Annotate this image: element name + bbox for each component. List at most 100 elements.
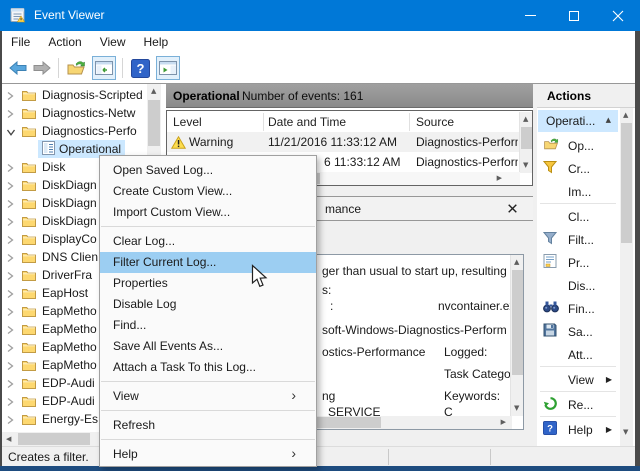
close-preview-button[interactable] [501,202,523,216]
scroll-right-icon[interactable]: ▶ [497,175,502,182]
scroll-right-icon[interactable]: ▶ [501,419,506,426]
scroll-up-icon[interactable]: ▲ [523,116,528,123]
action-item-help[interactable]: ? Help ▶ [538,418,618,441]
menu-item-save-all-events-as[interactable]: Save All Events As... [100,336,316,357]
column-header-source[interactable]: Source [416,115,454,129]
menu-item-import-custom-view[interactable]: Import Custom View... [100,202,316,223]
menu-item-find[interactable]: Find... [100,315,316,336]
action-item-dis[interactable]: Dis... [538,274,618,297]
open-saved-log-button[interactable] [64,56,88,80]
tree-item-diagnosis-scripted[interactable]: Diagnosis-Scripted [2,86,147,104]
maximize-button[interactable] [552,0,596,31]
chevron-collapsed-icon[interactable] [6,378,14,392]
scroll-thumb[interactable] [621,123,632,243]
menu-item-disable-log[interactable]: Disable Log [100,294,316,315]
action-item-att[interactable]: Att... [538,343,618,366]
scroll-down-icon[interactable]: ▼ [523,162,528,169]
menu-item-open-saved-log[interactable]: Open Saved Log... [100,160,316,181]
action-item-re[interactable]: Re... [538,393,618,416]
scroll-thumb[interactable] [148,100,160,146]
help-button[interactable]: ? [128,56,152,80]
chevron-collapsed-icon[interactable] [6,270,14,284]
preview-vertical-scrollbar[interactable]: ▲ ▼ [510,255,523,416]
action-item-view[interactable]: View ▶ [538,368,618,391]
minimize-button[interactable] [508,0,552,31]
scroll-down-icon[interactable]: ▼ [623,429,628,436]
menu-item-clear-log[interactable]: Clear Log... [100,231,316,252]
chevron-collapsed-icon[interactable] [6,216,14,230]
actions-section-header[interactable]: Operati... ▲ [538,110,618,132]
chevron-collapsed-icon[interactable] [6,234,14,248]
action-item-label: Fin... [568,302,595,316]
folder-icon [22,269,36,284]
menubar-item-file[interactable]: File [2,31,39,52]
menu-item-refresh[interactable]: Refresh [100,415,316,436]
scroll-up-icon[interactable]: ▲ [623,112,628,119]
folder-icon [22,305,36,320]
menubar-item-view[interactable]: View [91,31,135,52]
chevron-collapsed-icon[interactable] [6,198,14,212]
action-item-pr[interactable]: Pr... [538,251,618,274]
action-item-filt[interactable]: Filt... [538,228,618,251]
actions-vertical-scrollbar[interactable]: ▲ ▼ [620,108,633,446]
scroll-thumb[interactable] [512,270,523,375]
chevron-collapsed-icon[interactable] [6,324,14,338]
back-button[interactable] [6,56,30,80]
menu-separator [101,410,315,411]
menu-item-filter-current-log[interactable]: Filter Current Log... [100,252,316,273]
action-item-im[interactable]: Im... [538,180,618,203]
action-item-cl[interactable]: Cl... [538,205,618,228]
action-pane-icon [159,61,177,75]
chevron-collapsed-icon[interactable] [6,162,14,176]
folder-icon [22,233,36,248]
action-item-cr[interactable]: Cr... [538,157,618,180]
help-icon: ? [130,58,150,78]
column-header-level[interactable]: Level [173,115,202,129]
preview-text-fragment: : [330,299,334,313]
menubar-item-help[interactable]: Help [135,31,178,52]
chevron-collapsed-icon[interactable] [6,90,14,104]
menu-item-properties[interactable]: Properties [100,273,316,294]
menu-item-help[interactable]: Help › [100,444,316,465]
show-action-pane-toggle[interactable] [156,56,180,80]
action-item-fin[interactable]: Fin... [538,297,618,320]
chevron-collapsed-icon[interactable] [6,306,14,320]
tree-item-label: EapMetho [42,322,97,336]
chevron-expanded-icon[interactable] [6,126,16,140]
chevron-collapsed-icon[interactable] [6,288,14,302]
chevron-collapsed-icon[interactable] [6,342,14,356]
scroll-left-icon[interactable]: ◀ [6,436,11,443]
scroll-up-icon[interactable]: ▲ [151,88,156,95]
chevron-collapsed-icon[interactable] [6,360,14,374]
event-level: Warning [189,135,234,149]
chevron-collapsed-icon[interactable] [6,108,14,122]
tree-item-label: DiskDiagn [42,196,97,210]
collapse-section-icon[interactable]: ▲ [606,116,611,124]
menu-item-view[interactable]: View › [100,386,316,407]
forward-button[interactable] [30,56,54,80]
scroll-up-icon[interactable]: ▲ [514,259,519,266]
show-console-tree-toggle[interactable] [92,56,116,80]
chevron-collapsed-icon[interactable] [6,180,14,194]
preview-field-label: Keywords: [444,389,501,403]
tree-item-diagnostics-netw[interactable]: Diagnostics-Netw [2,104,147,122]
tree-item-diagnostics-perfo[interactable]: Diagnostics-Perfo [2,122,147,140]
action-item-op[interactable]: Op... [538,134,618,157]
tree-item-label: EDP-Audi [42,394,95,408]
chevron-collapsed-icon[interactable] [6,396,14,410]
menu-item-attach-a-task-to-this-log[interactable]: Attach a Task To this Log... [100,357,316,378]
scroll-thumb[interactable] [18,433,90,445]
scroll-thumb[interactable] [521,127,532,149]
action-item-sa[interactable]: Sa... [538,320,618,343]
console-tree-icon [95,61,113,75]
close-button[interactable] [596,0,640,31]
event-row-selected[interactable]: Warning 11/21/2016 11:33:12 AM Diagnosti… [167,132,520,152]
column-header-date-and-time[interactable]: Date and Time [268,115,346,129]
chevron-collapsed-icon[interactable] [6,252,14,266]
window-border-accent [0,466,640,471]
scroll-down-icon[interactable]: ▼ [514,405,519,412]
event-list-vertical-scrollbar[interactable]: ▲ ▼ [519,112,532,173]
menu-item-create-custom-view[interactable]: Create Custom View... [100,181,316,202]
chevron-collapsed-icon[interactable] [6,414,14,428]
menubar-item-action[interactable]: Action [39,31,90,52]
